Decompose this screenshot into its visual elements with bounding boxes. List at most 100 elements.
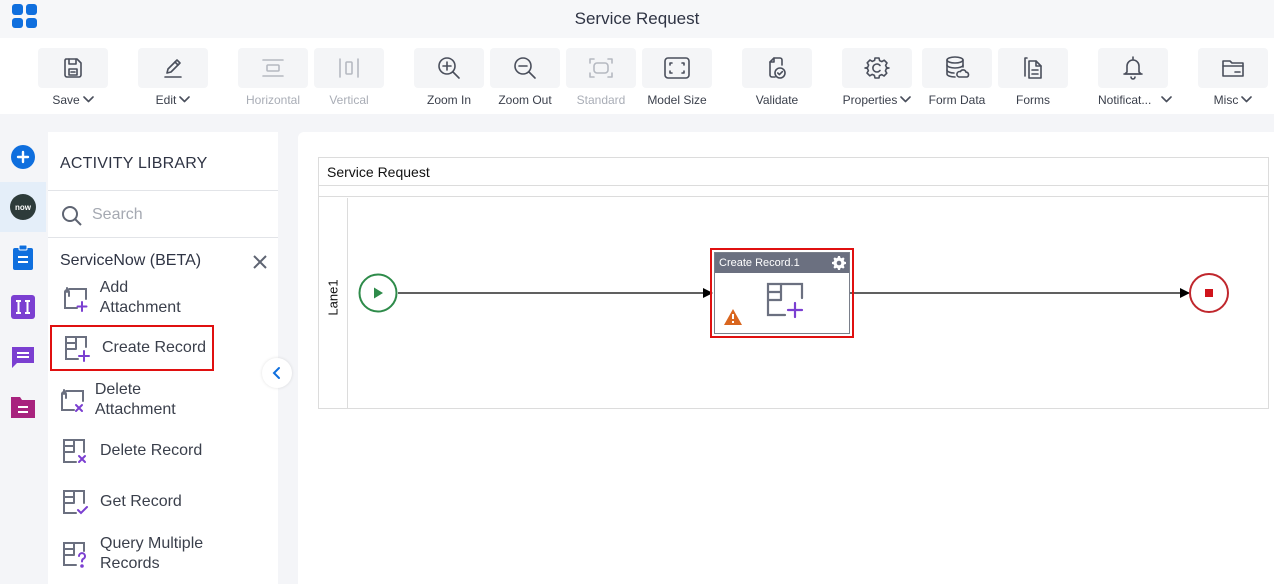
notifications-button[interactable]: Notificat... [1098, 48, 1173, 114]
end-event[interactable] [1189, 273, 1229, 313]
folder-document-icon [11, 397, 35, 418]
validate-label: Validate [755, 93, 799, 107]
save-label: Save [52, 93, 80, 107]
edit-button[interactable]: Edit [138, 48, 208, 114]
query-records-icon [63, 542, 86, 568]
zoom-in-icon [438, 57, 460, 79]
chevron-down-icon [1241, 96, 1253, 103]
zoom-in-button[interactable]: Zoom In [414, 48, 484, 114]
rail-add-button[interactable] [0, 132, 46, 182]
collapse-library-button[interactable] [262, 358, 292, 388]
chevron-down-icon [1161, 96, 1173, 103]
zoom-out-icon [514, 57, 536, 79]
library-item-label: Add Attachment [99, 279, 181, 316]
chevron-down-icon [179, 96, 191, 103]
title-bar: Service Request [0, 0, 1274, 38]
edit-label: Edit [155, 93, 177, 107]
save-icon [64, 58, 82, 78]
notifications-label: Notificat... [1098, 93, 1152, 107]
misc-button[interactable]: Misc [1198, 48, 1268, 114]
zoom-in-label: Zoom In [426, 93, 471, 107]
svg-text:now: now [15, 203, 32, 212]
library-title: ACTIVITY LIBRARY [60, 155, 208, 172]
delete-attachment-icon [61, 389, 85, 412]
rail-servicenow-button[interactable]: now [0, 182, 46, 232]
form-data-icon [946, 56, 970, 78]
close-icon[interactable] [250, 252, 270, 272]
forms-label: Forms [1016, 93, 1050, 107]
properties-button[interactable]: Properties [842, 48, 912, 114]
divider [48, 237, 278, 238]
task-create-record[interactable]: Create Record.1 [710, 248, 854, 338]
create-record-icon [766, 282, 804, 319]
standard-label: Standard [576, 93, 626, 107]
servicenow-logo-icon: now [10, 194, 36, 220]
chevron-down-icon [900, 96, 912, 103]
rail-folder-button[interactable] [0, 382, 46, 432]
vertical-button[interactable]: Vertical [314, 48, 384, 114]
message-icon [12, 347, 34, 368]
library-item-label: Delete Attachment [94, 381, 176, 418]
forms-button[interactable]: Forms [998, 48, 1068, 114]
form-data-button[interactable]: Form Data [922, 48, 992, 114]
chevron-down-icon [82, 96, 94, 103]
bell-icon [1123, 56, 1143, 80]
library-item-query-multiple-records[interactable]: Query Multiple Records [50, 530, 212, 578]
standard-button[interactable]: Standard [566, 48, 636, 114]
chevron-left-icon [272, 367, 280, 379]
vertical-layout-icon [339, 58, 359, 78]
library-item-create-record[interactable]: Create Record [50, 325, 214, 371]
standard-size-icon [589, 58, 613, 78]
activity-library: ACTIVITY LIBRARY ServiceNow (BETA) Add A… [48, 132, 278, 584]
validate-icon [769, 57, 786, 79]
model-size-icon [664, 57, 690, 79]
process-canvas[interactable]: Service Request Lane1 Create Record.1 [298, 132, 1274, 584]
library-item-label: Get Record [100, 493, 182, 510]
properties-label: Properties [842, 93, 898, 107]
toolbar: Save Edit Horizontal Vertical Zoom In Zo… [0, 38, 1274, 114]
get-record-icon [63, 490, 88, 515]
save-button[interactable]: Save [38, 48, 108, 114]
forms-icon [1024, 57, 1042, 79]
model-size-label: Model Size [647, 93, 707, 107]
add-attachment-icon [63, 287, 88, 312]
rail-clipboard-button[interactable] [0, 232, 46, 282]
text-field-icon [11, 295, 35, 319]
horizontal-button[interactable]: Horizontal [238, 48, 308, 114]
plus-circle-icon [11, 145, 35, 169]
zoom-out-button[interactable]: Zoom Out [490, 48, 560, 114]
delete-record-icon [63, 439, 86, 463]
library-item-label: Delete Record [100, 442, 203, 459]
validate-button[interactable]: Validate [742, 48, 812, 114]
gear-icon[interactable] [832, 256, 846, 270]
rail-message-button[interactable] [0, 332, 46, 382]
horizontal-label: Horizontal [245, 93, 301, 107]
library-item-add-attachment[interactable]: Add Attachment [50, 276, 212, 320]
library-item-label: Query Multiple Records [100, 535, 204, 572]
search-icon [62, 206, 82, 226]
rail-text-field-button[interactable] [0, 282, 46, 332]
library-item-delete-attachment[interactable]: Delete Attachment [50, 378, 212, 422]
task-header: Create Record.1 [715, 253, 849, 273]
clipboard-icon [13, 244, 33, 270]
model-size-button[interactable]: Model Size [642, 48, 712, 114]
left-rail: now [0, 132, 46, 584]
search-input[interactable] [92, 203, 262, 227]
folder-icon [1222, 60, 1244, 77]
gear-icon [864, 57, 890, 79]
library-item-get-record[interactable]: Get Record [50, 480, 212, 524]
warning-icon[interactable] [724, 309, 742, 325]
create-record-icon [65, 336, 90, 362]
library-search [48, 191, 278, 237]
vertical-label: Vertical [329, 93, 369, 107]
stop-icon [1205, 289, 1213, 297]
misc-label: Misc [1213, 93, 1239, 107]
library-item-delete-record[interactable]: Delete Record [50, 429, 212, 473]
form-data-label: Form Data [928, 93, 986, 107]
start-event[interactable] [358, 273, 398, 313]
category-title: ServiceNow (BETA) [60, 252, 202, 269]
zoom-out-label: Zoom Out [498, 93, 552, 107]
page-title: Service Request [574, 9, 700, 28]
task-title: Create Record.1 [719, 257, 800, 269]
horizontal-layout-icon [262, 59, 284, 77]
